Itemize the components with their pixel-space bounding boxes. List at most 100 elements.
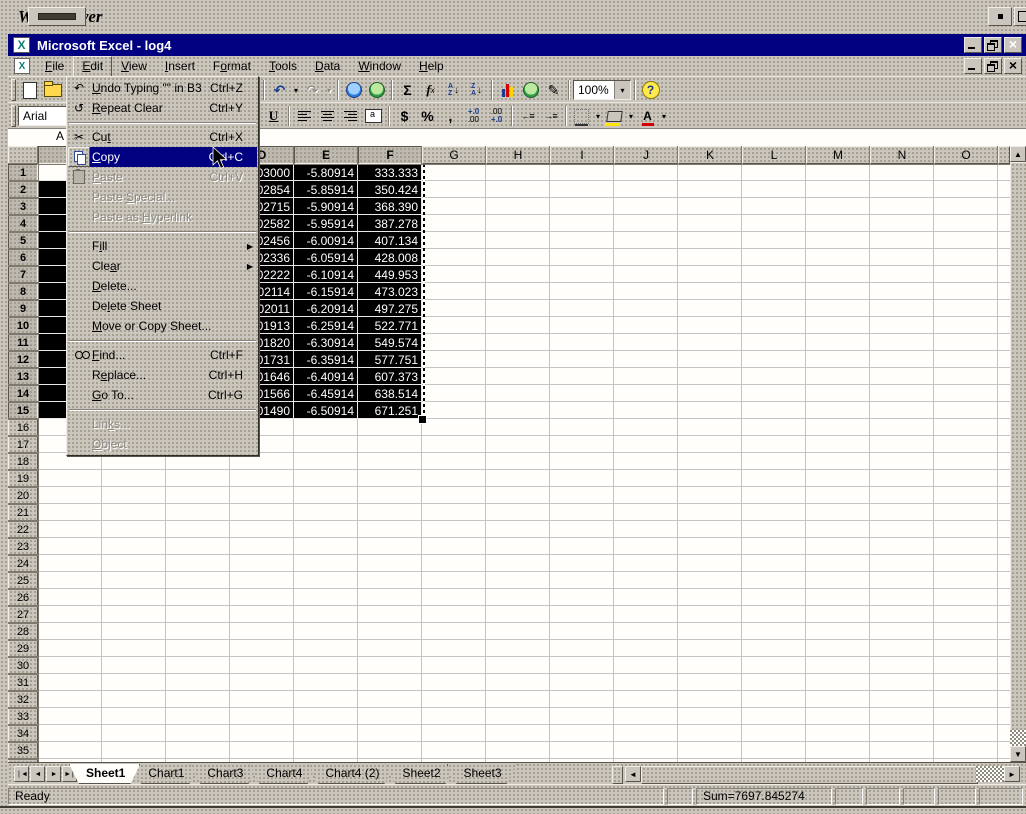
- row-header-21[interactable]: 21: [8, 504, 38, 521]
- cell-F4[interactable]: 387.278: [358, 215, 422, 232]
- sheet-tab-sheet3[interactable]: Sheet3: [447, 764, 517, 784]
- next-sheet-button[interactable]: ►: [46, 766, 61, 782]
- row-header-5[interactable]: 5: [8, 232, 38, 249]
- menu-help[interactable]: Help: [410, 56, 453, 77]
- column-header-g[interactable]: G: [422, 146, 486, 164]
- horizontal-scrollbar[interactable]: ◄ ►: [625, 766, 1021, 782]
- paste-function-button[interactable]: fx: [419, 79, 442, 101]
- menu-insert[interactable]: Insert: [156, 56, 204, 77]
- row-header-20[interactable]: 20: [8, 487, 38, 504]
- row-header-28[interactable]: 28: [8, 623, 38, 640]
- scroll-left-button[interactable]: ◄: [625, 766, 641, 782]
- scroll-up-button[interactable]: ▲: [1010, 146, 1026, 162]
- cell-F12[interactable]: 577.751: [358, 351, 422, 368]
- cell-E11[interactable]: -6.30914: [294, 334, 358, 351]
- menu-item-go-to[interactable]: Go To...Ctrl+G: [68, 385, 257, 405]
- cell-E4[interactable]: -5.95914: [294, 215, 358, 232]
- wts-maximize-button[interactable]: [1014, 7, 1026, 26]
- cell-E3[interactable]: -5.90914: [294, 198, 358, 215]
- menu-item-object[interactable]: Object: [68, 434, 257, 454]
- cell-F1[interactable]: 333.333: [358, 164, 422, 181]
- row-header-32[interactable]: 32: [8, 691, 38, 708]
- row-header-15[interactable]: 15: [8, 402, 38, 419]
- sheet-tab-chart1[interactable]: Chart1: [131, 764, 199, 784]
- menu-item-replace[interactable]: Replace...Ctrl+H: [68, 365, 257, 385]
- row-header-31[interactable]: 31: [8, 674, 38, 691]
- menu-file[interactable]: File: [36, 56, 73, 77]
- menu-item-repeat-clear[interactable]: ↺Repeat ClearCtrl+Y: [68, 98, 257, 118]
- decrease-decimal-button[interactable]: .00+.0: [485, 105, 508, 127]
- redo-button[interactable]: ↷: [301, 79, 324, 101]
- column-header-e[interactable]: E: [294, 146, 358, 164]
- row-header-1[interactable]: 1: [8, 164, 38, 181]
- font-color-dropdown[interactable]: ▾: [659, 105, 669, 127]
- cell-F7[interactable]: 449.953: [358, 266, 422, 283]
- sort-descending-button[interactable]: ZA↓: [465, 79, 488, 101]
- office-assistant-button[interactable]: ?: [639, 79, 662, 101]
- row-header-29[interactable]: 29: [8, 640, 38, 657]
- menu-item-links[interactable]: Links...: [68, 414, 257, 434]
- borders-button[interactable]: [570, 105, 593, 127]
- column-header-n[interactable]: N: [870, 146, 934, 164]
- row-header-30[interactable]: 30: [8, 657, 38, 674]
- row-header-27[interactable]: 27: [8, 606, 38, 623]
- autosum-button[interactable]: Σ: [396, 79, 419, 101]
- sheet-tab-chart4[interactable]: Chart4: [249, 764, 317, 784]
- row-header-19[interactable]: 19: [8, 470, 38, 487]
- cell-F6[interactable]: 428.008: [358, 249, 422, 266]
- row-header-14[interactable]: 14: [8, 385, 38, 402]
- row-header-33[interactable]: 33: [8, 708, 38, 725]
- toolbar-grip[interactable]: [11, 105, 16, 127]
- menu-item-move-or-copy-sheet[interactable]: Move or Copy Sheet...: [68, 316, 257, 336]
- wts-minimize-button[interactable]: [988, 7, 1012, 26]
- zoom-combobox[interactable]: 100% ▾: [573, 80, 631, 100]
- horizontal-scroll-thumb[interactable]: [641, 766, 978, 784]
- column-header-j[interactable]: J: [614, 146, 678, 164]
- merge-center-button[interactable]: [362, 105, 385, 127]
- currency-style-button[interactable]: $: [393, 105, 416, 127]
- column-header-m[interactable]: M: [806, 146, 870, 164]
- previous-sheet-button[interactable]: ◄: [30, 766, 45, 782]
- menu-data[interactable]: Data: [306, 56, 349, 77]
- cell-F3[interactable]: 368.390: [358, 198, 422, 215]
- workbook-icon[interactable]: X: [14, 58, 30, 74]
- column-header-k[interactable]: K: [678, 146, 742, 164]
- row-header-13[interactable]: 13: [8, 368, 38, 385]
- row-header-35[interactable]: 35: [8, 742, 38, 759]
- cell-E2[interactable]: -5.85914: [294, 181, 358, 198]
- cell-F11[interactable]: 549.574: [358, 334, 422, 351]
- first-sheet-button[interactable]: ❘◄: [14, 766, 29, 782]
- cell-E10[interactable]: -6.25914: [294, 317, 358, 334]
- horizontal-scroll-track[interactable]: [976, 766, 1004, 782]
- wts-system-menu-button[interactable]: [28, 7, 86, 26]
- row-header-18[interactable]: 18: [8, 453, 38, 470]
- menu-item-paste-as-hyperlink[interactable]: Paste as Hyperlink: [68, 207, 257, 227]
- row-header-7[interactable]: 7: [8, 266, 38, 283]
- align-right-button[interactable]: [339, 105, 362, 127]
- workbook-restore-button[interactable]: [984, 58, 1002, 74]
- fill-color-dropdown[interactable]: ▾: [626, 105, 636, 127]
- borders-dropdown[interactable]: ▾: [593, 105, 603, 127]
- underline-button[interactable]: U: [262, 105, 285, 127]
- row-header-3[interactable]: 3: [8, 198, 38, 215]
- drawing-button[interactable]: ✎: [542, 79, 565, 101]
- menu-tools[interactable]: Tools: [260, 56, 306, 77]
- comma-style-button[interactable]: ,: [439, 105, 462, 127]
- row-header-17[interactable]: 17: [8, 436, 38, 453]
- percent-style-button[interactable]: %: [416, 105, 439, 127]
- vertical-scroll-thumb[interactable]: [1010, 162, 1026, 732]
- fill-color-button[interactable]: [603, 105, 626, 127]
- column-header-l[interactable]: L: [742, 146, 806, 164]
- menu-item-clear[interactable]: Clear▶: [68, 256, 257, 276]
- cell-E5[interactable]: -6.00914: [294, 232, 358, 249]
- row-header-25[interactable]: 25: [8, 572, 38, 589]
- column-header-o[interactable]: O: [934, 146, 998, 164]
- select-all-corner[interactable]: [8, 146, 38, 164]
- cell-F15[interactable]: 671.251: [358, 402, 422, 419]
- fill-handle[interactable]: [418, 415, 427, 424]
- sheet-tab-chart4-2[interactable]: Chart4 (2): [308, 764, 394, 784]
- cell-E14[interactable]: -6.45914: [294, 385, 358, 402]
- row-header-16[interactable]: 16: [8, 419, 38, 436]
- workbook-minimize-button[interactable]: [964, 58, 982, 74]
- new-button[interactable]: [18, 79, 41, 101]
